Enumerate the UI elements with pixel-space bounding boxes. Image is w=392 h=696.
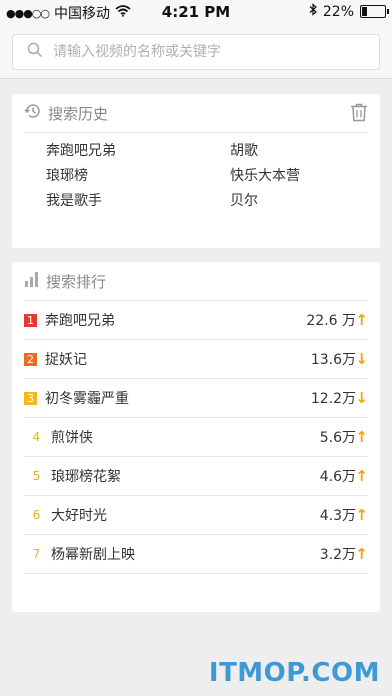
rank-title: 奔跑吧兄弟 bbox=[45, 313, 115, 329]
history-item[interactable]: 琅琊榜 bbox=[46, 168, 230, 185]
rank-badge: 5 bbox=[32, 468, 41, 483]
trend-arrow-icon: ↑ bbox=[355, 428, 368, 446]
search-history-card: 搜索历史 奔跑吧兄弟 胡歌 琅琊榜 快乐大本营 我是歌手 贝尔 bbox=[12, 94, 380, 248]
search-history-list: 奔跑吧兄弟 胡歌 琅琊榜 快乐大本营 我是歌手 贝尔 bbox=[12, 133, 380, 210]
history-item[interactable]: 胡歌 bbox=[230, 143, 392, 160]
rank-badge: 3 bbox=[24, 391, 37, 405]
trend-arrow-icon: ↑ bbox=[355, 467, 368, 485]
rank-title: 杨幂新剧上映 bbox=[51, 547, 135, 563]
rank-title: 琅琊榜花絮 bbox=[51, 469, 121, 485]
search-history-title: 搜索历史 bbox=[48, 104, 109, 123]
search-header bbox=[0, 24, 392, 79]
ranking-row[interactable]: 3 初冬雾霾严重 12.2万 ↓ bbox=[24, 379, 368, 418]
rank-count: 4.6万 bbox=[319, 469, 356, 485]
bluetooth-icon bbox=[309, 3, 317, 20]
rank-title: 大好时光 bbox=[51, 508, 107, 524]
rank-badge: 4 bbox=[32, 429, 41, 444]
history-clock-icon bbox=[24, 102, 42, 124]
search-ranking-header: 搜索排行 bbox=[24, 262, 368, 301]
rank-count: 12.2万 bbox=[310, 391, 356, 407]
trend-arrow-icon: ↓ bbox=[355, 389, 368, 407]
battery-percent: 22% bbox=[322, 3, 354, 20]
rank-title: 初冬雾霾严重 bbox=[45, 391, 129, 407]
search-ranking-title: 搜索排行 bbox=[46, 272, 107, 291]
ranking-row[interactable]: 4 煎饼侠 5.6万 ↑ bbox=[24, 418, 368, 457]
watermark-logo: ITMOP.COM bbox=[208, 658, 380, 688]
rank-count: 13.6万 bbox=[310, 352, 356, 368]
rank-count: 4.3万 bbox=[319, 508, 356, 524]
bar-chart-icon bbox=[24, 270, 40, 292]
ranking-row[interactable]: 7 杨幂新剧上映 3.2万 ↑ bbox=[24, 535, 368, 574]
rank-count: 5.6万 bbox=[319, 430, 356, 446]
trash-icon[interactable] bbox=[350, 103, 368, 126]
search-box[interactable] bbox=[12, 34, 380, 70]
rank-badge: 2 bbox=[24, 352, 37, 366]
rank-badge: 6 bbox=[32, 507, 41, 522]
history-item[interactable]: 我是歌手 bbox=[46, 193, 230, 210]
trend-arrow-icon: ↑ bbox=[355, 506, 368, 524]
ranking-row[interactable]: 6 大好时光 4.3万 ↑ bbox=[24, 496, 368, 535]
search-ranking-list: 1 奔跑吧兄弟 22.6 万 ↑ 2 捉妖记 13.6万 ↓ 3 初冬雾霾严重 … bbox=[12, 301, 380, 574]
history-item[interactable]: 贝尔 bbox=[230, 193, 392, 210]
ranking-row[interactable]: 2 捉妖记 13.6万 ↓ bbox=[24, 340, 368, 379]
trend-arrow-icon: ↑ bbox=[355, 545, 368, 563]
history-item[interactable]: 奔跑吧兄弟 bbox=[46, 143, 230, 160]
search-input[interactable] bbox=[51, 43, 355, 61]
rank-badge: 7 bbox=[32, 546, 41, 561]
history-item[interactable]: 快乐大本营 bbox=[230, 168, 392, 185]
rank-title: 捉妖记 bbox=[45, 352, 87, 368]
trend-arrow-icon: ↑ bbox=[355, 311, 368, 329]
battery-fill bbox=[362, 7, 367, 16]
rank-count: 22.6 万 bbox=[306, 313, 356, 329]
search-icon bbox=[13, 42, 43, 62]
ranking-row[interactable]: 5 琅琊榜花絮 4.6万 ↑ bbox=[24, 457, 368, 496]
ranking-row[interactable]: 1 奔跑吧兄弟 22.6 万 ↑ bbox=[24, 301, 368, 340]
rank-badge: 1 bbox=[24, 313, 37, 327]
rank-title: 煎饼侠 bbox=[51, 430, 93, 446]
battery-icon bbox=[360, 5, 389, 18]
rank-count: 3.2万 bbox=[319, 547, 356, 563]
trend-arrow-icon: ↓ bbox=[355, 350, 368, 368]
search-history-header: 搜索历史 bbox=[24, 94, 368, 133]
status-bar: ●●●○○ 中国移动 4:21 PM 22% bbox=[0, 0, 392, 24]
search-ranking-card: 搜索排行 1 奔跑吧兄弟 22.6 万 ↑ 2 捉妖记 13.6万 ↓ 3 初冬… bbox=[12, 262, 380, 612]
